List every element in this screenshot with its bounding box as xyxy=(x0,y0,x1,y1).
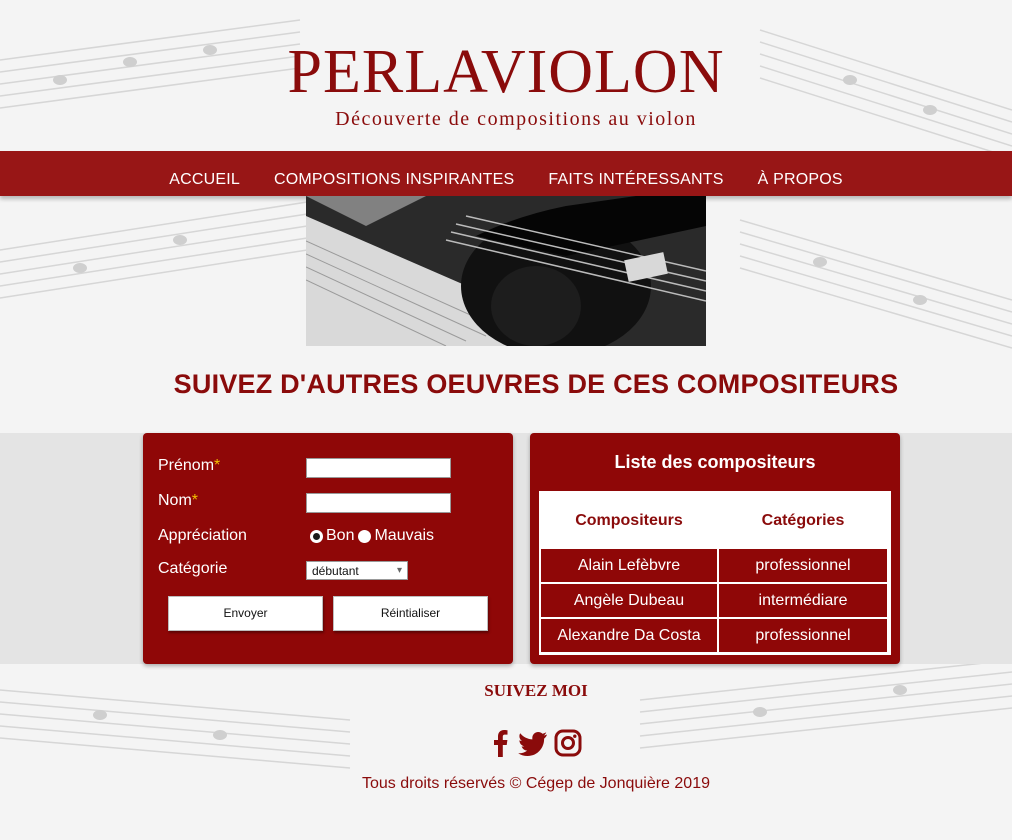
column-header-compositeurs: Compositeurs xyxy=(575,512,683,529)
facebook-icon[interactable] xyxy=(490,729,512,759)
site-subtitle: Découverte de compositions au violon xyxy=(335,108,697,130)
violin-illustration xyxy=(306,196,706,346)
column-header-categories: Catégories xyxy=(761,512,845,529)
nav-faits-interessants[interactable]: FAITS INTÉRESSANTS xyxy=(548,171,723,189)
composer-category: professionnel xyxy=(719,619,887,652)
composers-title: Liste des compositeurs xyxy=(614,452,816,472)
nom-label: Nom xyxy=(158,492,192,509)
table-header: Compositeurs Catégories xyxy=(541,493,889,549)
reinitialiser-button[interactable]: Réintialiser xyxy=(333,596,488,631)
composers-panel: Liste des compositeurs Compositeurs Caté… xyxy=(530,433,900,664)
site-header: PERLAVIOLON Découverte de compositions a… xyxy=(0,0,1012,151)
nav-compositions-inspirantes[interactable]: COMPOSITIONS INSPIRANTES xyxy=(274,171,514,189)
table-row: Alexandre Da Costa professionnel xyxy=(541,619,889,652)
composer-category: professionnel xyxy=(719,549,887,582)
composer-name: Alexandre Da Costa xyxy=(541,619,717,652)
composers-table: Compositeurs Catégories Alain Lefèbvre p… xyxy=(539,491,891,655)
twitter-icon[interactable] xyxy=(518,729,548,759)
prenom-input[interactable] xyxy=(306,458,451,478)
prenom-label-row: Prénom* xyxy=(158,457,220,475)
categorie-label: Catégorie xyxy=(158,560,228,577)
instagram-icon[interactable] xyxy=(554,729,582,759)
nom-label-row: Nom* xyxy=(158,492,198,510)
contact-form: Prénom* Nom* Appréciation Bon Mauvais Ca… xyxy=(143,433,513,664)
follow-heading: SUIVEZ MOI xyxy=(484,681,588,700)
envoyer-button[interactable]: Envoyer xyxy=(168,596,323,631)
radio-mauvais-label: Mauvais xyxy=(374,527,435,544)
section-heading: SUIVEZ D'AUTRES OEUVRES DE CES COMPOSITE… xyxy=(173,369,899,399)
radio-bon[interactable] xyxy=(310,529,323,543)
composer-name: Angèle Dubeau xyxy=(541,584,717,617)
social-links xyxy=(60,729,1012,759)
categorie-selected-value: débutant xyxy=(312,563,359,578)
required-mark: * xyxy=(191,492,199,509)
nom-input[interactable] xyxy=(306,493,451,513)
table-row: Alain Lefèbvre professionnel xyxy=(541,549,889,582)
copyright-text: Tous droits réservés © Cégep de Jonquièr… xyxy=(362,775,710,792)
content-band: Prénom* Nom* Appréciation Bon Mauvais Ca… xyxy=(0,433,1012,664)
appreciation-radio-group: Bon Mauvais xyxy=(310,527,434,545)
appreciation-label: Appréciation xyxy=(158,527,247,544)
radio-bon-label: Bon xyxy=(326,527,355,544)
radio-mauvais[interactable] xyxy=(358,529,372,543)
prenom-label: Prénom xyxy=(158,457,215,474)
chevron-down-icon: ▾ xyxy=(396,565,402,576)
nav-a-propos[interactable]: À PROPOS xyxy=(758,171,843,189)
violin-hero-image xyxy=(306,196,706,346)
table-row: Angèle Dubeau intermédiare xyxy=(541,584,889,617)
composer-category: intermédiare xyxy=(719,584,887,617)
main-nav: ACCUEIL COMPOSITIONS INSPIRANTES FAITS I… xyxy=(0,151,1012,196)
composer-name: Alain Lefèbvre xyxy=(541,549,717,582)
categorie-select[interactable]: débutant ▾ xyxy=(306,561,408,580)
site-title: PERLAVIOLON xyxy=(287,38,725,106)
nav-accueil[interactable]: ACCUEIL xyxy=(169,171,240,189)
required-mark: * xyxy=(214,457,221,474)
